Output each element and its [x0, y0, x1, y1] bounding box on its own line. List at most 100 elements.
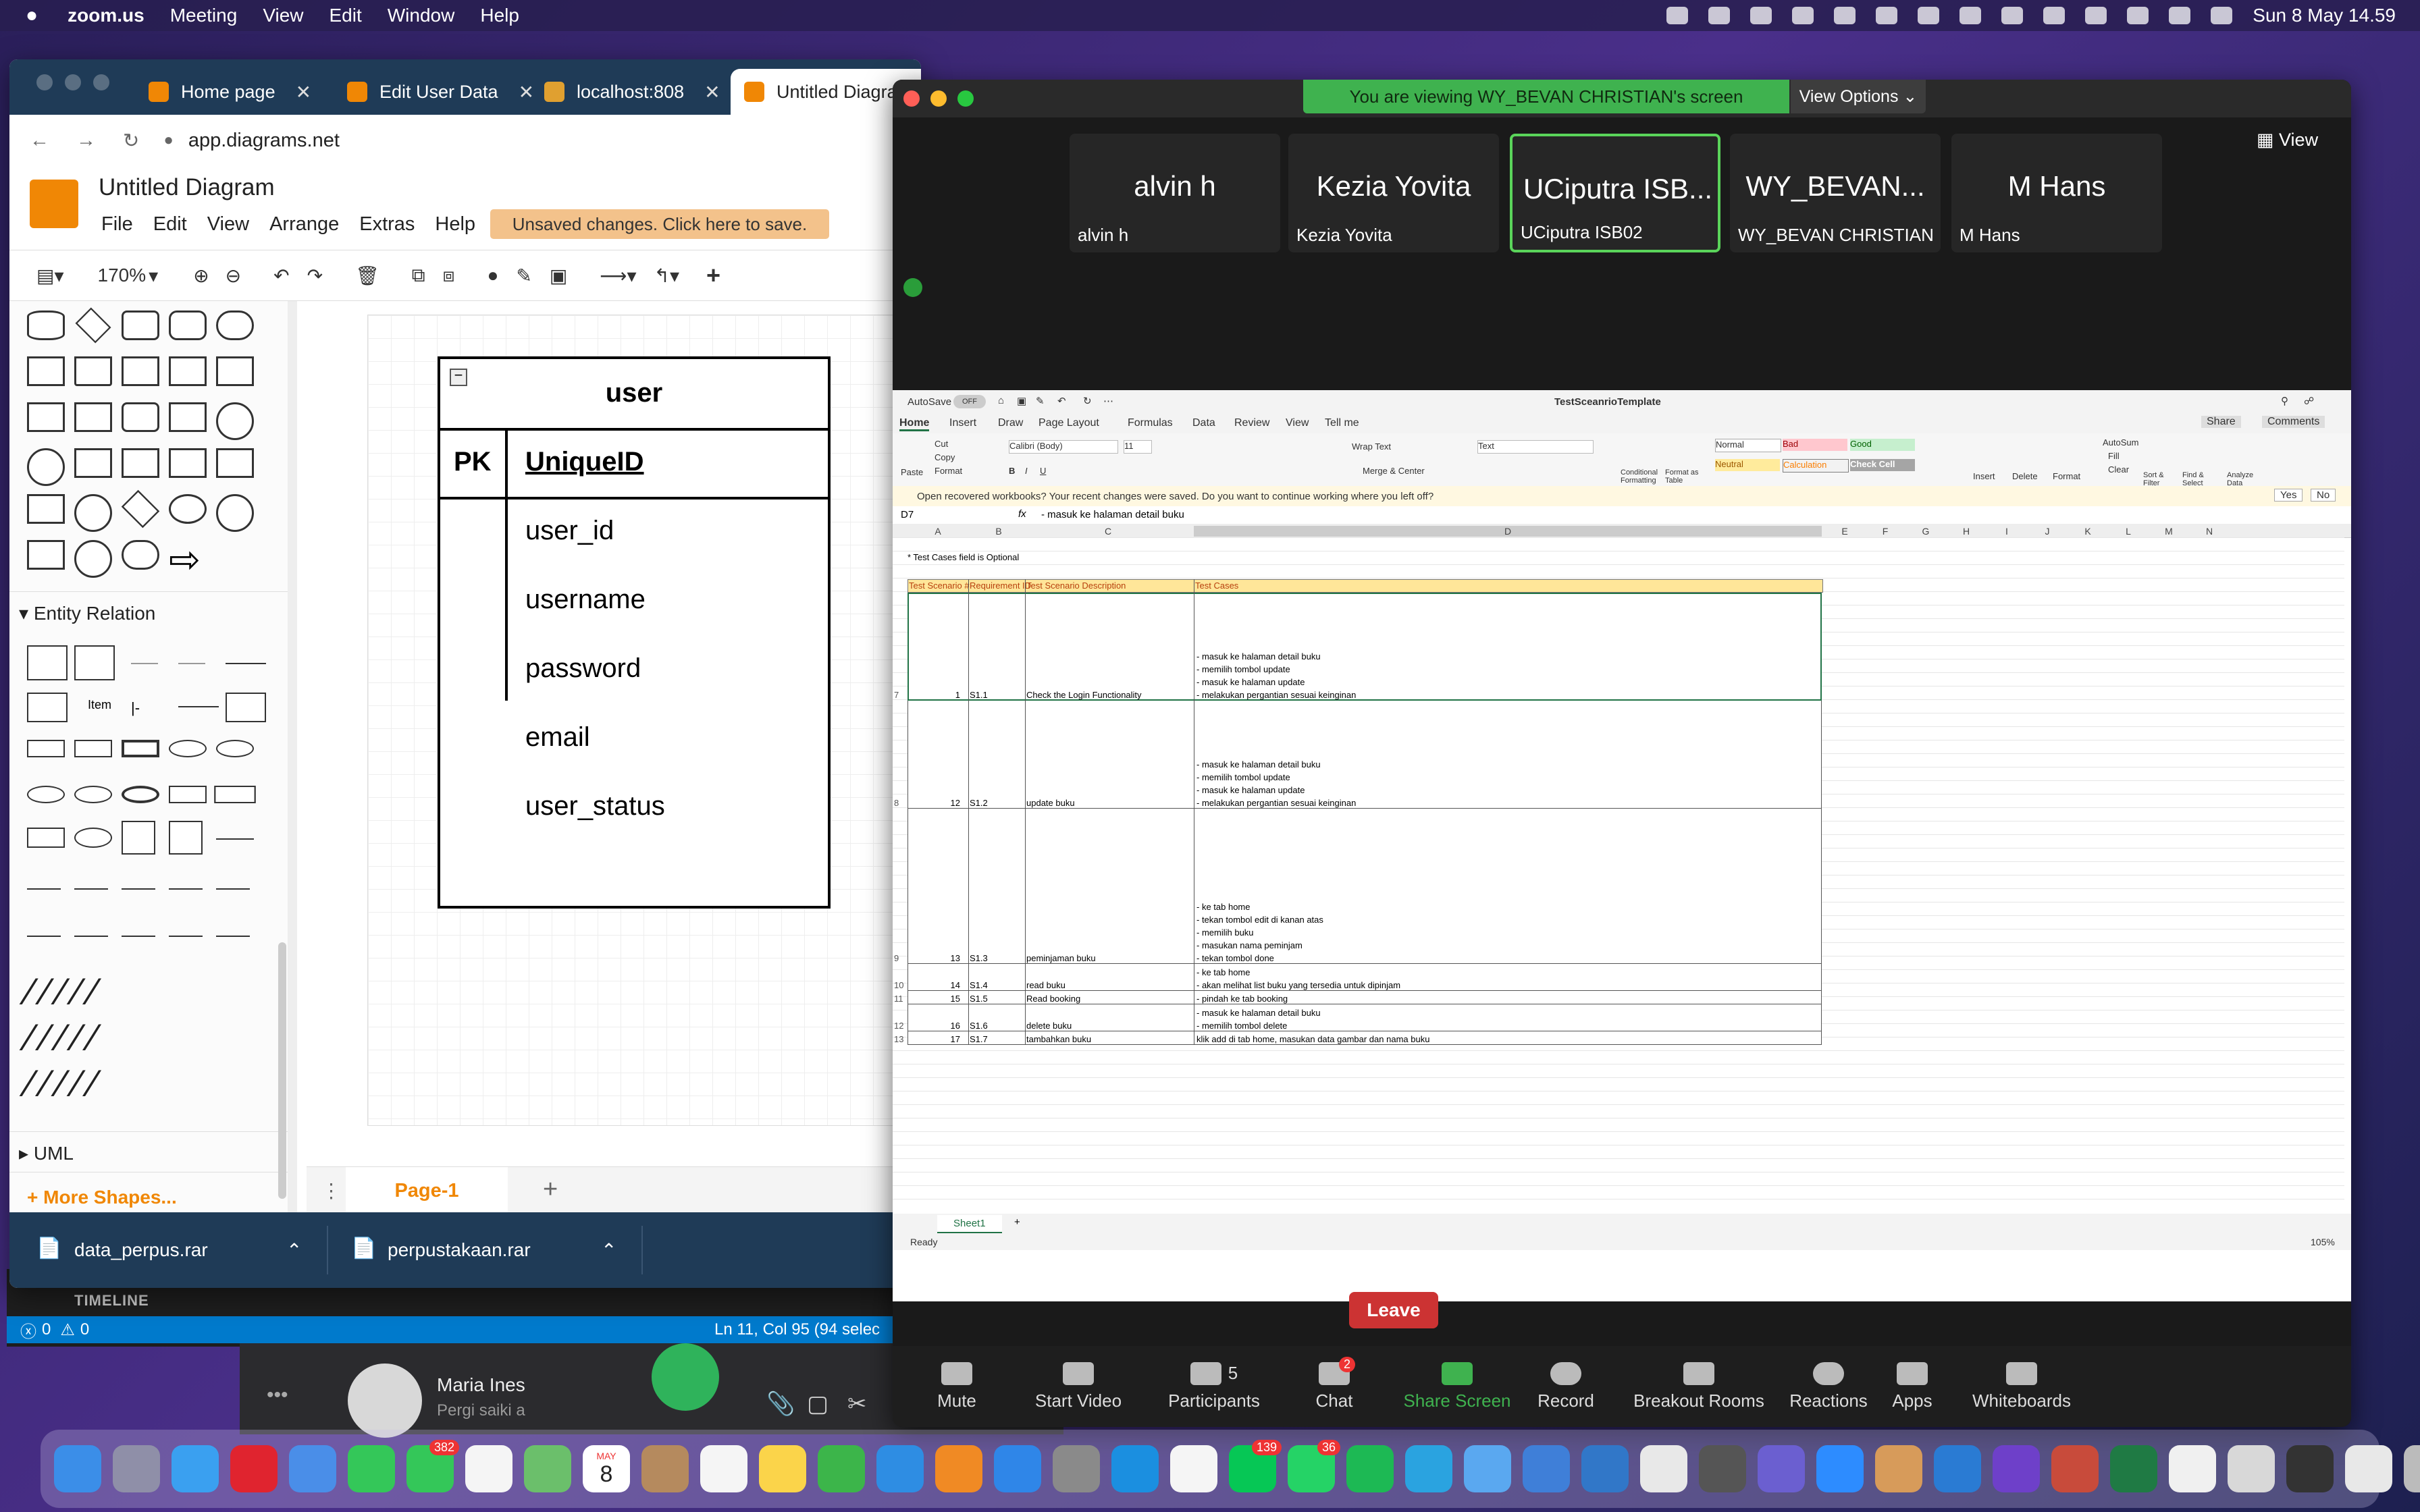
name-box[interactable]: D7: [901, 509, 948, 520]
unsaved-changes-button[interactable]: Unsaved changes. Click here to save.: [490, 209, 829, 239]
scenario-description[interactable]: delete buku: [1026, 1021, 1072, 1031]
document-icon[interactable]: [2169, 1445, 2216, 1492]
delete-cells-button[interactable]: Delete: [2012, 471, 2038, 481]
test-case-line[interactable]: - ke tab home: [1196, 902, 1251, 912]
test-case-line[interactable]: - masukan nama peminjam: [1196, 940, 1303, 950]
edit-icon[interactable]: ✎: [1036, 395, 1045, 407]
scenario-number[interactable]: 12: [933, 798, 960, 808]
requirement-id[interactable]: S1.7: [970, 1034, 988, 1044]
section-uml[interactable]: ▸ UML: [19, 1142, 74, 1164]
font-select[interactable]: Calibri (Body): [1009, 440, 1118, 454]
undo-icon[interactable]: ↶: [1057, 395, 1066, 407]
circle-shape[interactable]: [216, 402, 254, 440]
scenario-description[interactable]: Read booking: [1026, 994, 1080, 1004]
fill-color-icon[interactable]: ●: [487, 265, 498, 286]
notification-icon[interactable]: [1792, 7, 1814, 24]
hexagon-shape[interactable]: [216, 448, 254, 478]
ellipse-shape[interactable]: [169, 494, 207, 524]
format-cells-button[interactable]: Format: [2053, 471, 2080, 481]
multivalue-attribute-shape[interactable]: [122, 786, 159, 803]
test-case-line[interactable]: - masuk ke halaman update: [1196, 785, 1305, 795]
vscode-icon[interactable]: [1934, 1445, 1981, 1492]
column-header-j[interactable]: J: [2027, 526, 2068, 537]
record-button[interactable]: Record: [1529, 1346, 1603, 1427]
requirement-id[interactable]: S1.2: [970, 798, 988, 808]
scenario-number[interactable]: 14: [933, 980, 960, 990]
new-chat-button[interactable]: [652, 1343, 719, 1411]
menu-edit[interactable]: Edit: [153, 213, 187, 236]
tab-page-1[interactable]: Page-1: [346, 1167, 508, 1214]
camera-status-icon[interactable]: [1666, 7, 1689, 24]
italic-button[interactable]: I: [1025, 466, 1028, 476]
window-close-button[interactable]: [36, 74, 53, 90]
test-case-line[interactable]: - masuk ke halaman update: [1196, 677, 1305, 687]
er-pk-row[interactable]: PK UniqueID: [440, 428, 828, 500]
rounded-rect-shape[interactable]: [122, 310, 159, 340]
attach-icon[interactable]: 📎: [766, 1390, 795, 1418]
battery-icon[interactable]: [2043, 7, 2066, 24]
calendar-icon[interactable]: MAY 8: [583, 1445, 630, 1492]
row-number[interactable]: 9: [894, 953, 899, 963]
messages-icon[interactable]: 382: [406, 1440, 459, 1492]
test-case-line[interactable]: klik add di tab home, masukan data gamba…: [1196, 1034, 1429, 1044]
curved-connectors-3[interactable]: ∕∕∕∕∕: [27, 1061, 106, 1105]
text-shape[interactable]: [169, 821, 203, 855]
edge-icon[interactable]: [1581, 1445, 1629, 1492]
underline-button[interactable]: U: [1040, 466, 1046, 476]
autosave-toggle[interactable]: OFF: [953, 395, 986, 408]
tab-tell-me[interactable]: Tell me: [1325, 417, 1359, 429]
column-header-l[interactable]: L: [2108, 526, 2149, 537]
menu-help[interactable]: Help: [435, 213, 475, 236]
apple-icon[interactable]: ●: [26, 4, 38, 27]
more-icon[interactable]: •••: [267, 1384, 288, 1407]
whiteboards-button[interactable]: Whiteboards: [1961, 1346, 2082, 1427]
test-case-line[interactable]: - memilih tombol update: [1196, 772, 1290, 782]
workbook-title[interactable]: TestSceanrioTemplate: [1554, 396, 1661, 408]
identifying-relationship-shape[interactable]: [27, 828, 65, 848]
test-case-line[interactable]: - memilih tombol update: [1196, 664, 1290, 674]
calculator-icon[interactable]: [1699, 1445, 1746, 1492]
row-number[interactable]: 7: [894, 690, 899, 700]
archive-icon[interactable]: [1875, 1445, 1922, 1492]
home-icon[interactable]: ⌂: [998, 395, 1004, 406]
reactions-button[interactable]: Reactions: [1781, 1346, 1876, 1427]
style-neutral[interactable]: Neutral: [1715, 459, 1780, 471]
line-shape[interactable]: [216, 838, 254, 840]
row-number[interactable]: 11: [894, 994, 903, 1004]
share-button[interactable]: Share: [2201, 416, 2241, 428]
er-line-shape[interactable]: [131, 663, 158, 664]
summing-junction-shape[interactable]: [74, 540, 112, 578]
share-icon[interactable]: ☍: [2304, 395, 2314, 407]
back-icon[interactable]: ←: [30, 130, 49, 152]
er-field-username[interactable]: username: [525, 585, 646, 615]
test-case-line[interactable]: - memilih buku: [1196, 927, 1254, 938]
alert-icon[interactable]: [1959, 7, 1982, 24]
er-line-2-shape[interactable]: [178, 663, 205, 664]
share-screen-button[interactable]: Share Screen: [1396, 1346, 1518, 1427]
er-table-shape[interactable]: [27, 645, 68, 680]
chevron-up-icon[interactable]: ⌃: [286, 1239, 302, 1262]
undo-icon[interactable]: ↶: [273, 265, 289, 287]
font-size-select[interactable]: 11: [1124, 440, 1152, 454]
scenario-number[interactable]: 1: [933, 690, 960, 700]
attribute-3-shape[interactable]: [27, 786, 65, 803]
column-header-n[interactable]: N: [2189, 526, 2230, 537]
requirement-id[interactable]: S1.4: [970, 980, 988, 990]
er-table-header[interactable]: − user: [440, 359, 828, 431]
entity-shape[interactable]: [27, 740, 65, 757]
menubar-clock[interactable]: Sun 8 May 14.59: [2253, 5, 2396, 26]
column-header-h[interactable]: H: [1946, 526, 1987, 537]
menubar-item-view[interactable]: View: [263, 5, 303, 26]
formula-input[interactable]: - masuk ke halaman detail buku: [1041, 509, 1184, 520]
error-icon[interactable]: ⓧ: [20, 1318, 36, 1342]
leave-meeting-button[interactable]: Leave: [1349, 1292, 1438, 1328]
app-store-icon[interactable]: [994, 1445, 1041, 1492]
circle-3-shape[interactable]: [216, 494, 254, 532]
er-line-4-shape[interactable]: [178, 706, 219, 707]
column-header-b[interactable]: B: [968, 526, 1029, 537]
style-calculation[interactable]: Calculation: [1783, 459, 1849, 473]
format-panel-icon[interactable]: ▤▾: [36, 265, 64, 287]
zoom-out-icon[interactable]: ⊖: [226, 265, 241, 287]
er-key-shape[interactable]: |-: [131, 699, 140, 717]
close-icon[interactable]: ✕: [296, 81, 311, 103]
